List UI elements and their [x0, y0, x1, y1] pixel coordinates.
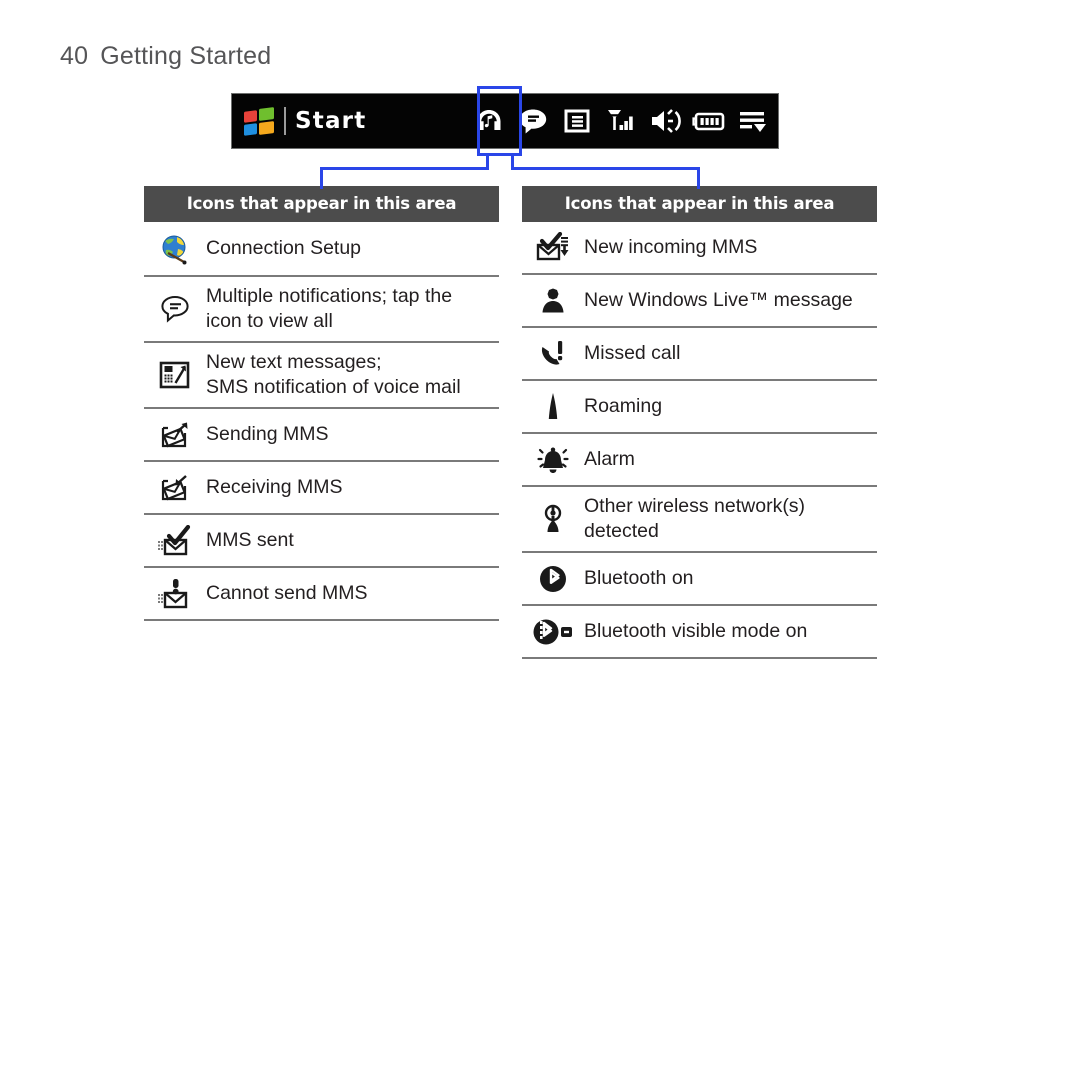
table-right-header: Icons that appear in this area: [522, 186, 877, 222]
notification-bubble-icon: [144, 293, 206, 325]
row-label: Alarm: [584, 447, 635, 470]
table-row: Roaming: [522, 381, 877, 434]
bluetooth-on-icon: [522, 563, 584, 595]
windows-logo-icon: [242, 106, 276, 136]
row-label: Roaming: [584, 394, 663, 417]
row-label: Missed call: [584, 341, 681, 364]
row-label: MMS sent: [206, 528, 294, 551]
speaker-volume-icon[interactable]: [648, 103, 682, 139]
wireless-network-icon: [522, 503, 584, 535]
new-text-message-icon: [144, 359, 206, 391]
icon-table-right: Icons that appear in this area New incom…: [522, 186, 877, 659]
alarm-bell-icon: [522, 444, 584, 476]
battery-icon[interactable]: [692, 103, 726, 139]
receiving-mms-icon: [144, 472, 206, 504]
connector-left-drop: [320, 167, 323, 189]
mms-sent-icon: [144, 524, 206, 557]
connector-right-drop: [697, 167, 700, 189]
table-row: Sending MMS: [144, 409, 499, 462]
table-row: Connection Setup: [144, 222, 499, 277]
row-label: Multiple notifications; tap the icon to …: [206, 284, 453, 332]
page-number: 40: [60, 42, 89, 70]
row-label: Cannot send MMS: [206, 581, 368, 604]
table-row: Receiving MMS: [144, 462, 499, 515]
table-row: Alarm: [522, 434, 877, 487]
highlight-box: [477, 86, 522, 156]
table-row: Bluetooth on: [522, 553, 877, 606]
row-label: Bluetooth on: [584, 566, 694, 589]
roaming-icon: [522, 391, 584, 423]
row-label: Bluetooth visible mode on: [584, 619, 808, 642]
table-row: MMS sent: [144, 515, 499, 568]
taskbar-start-group[interactable]: Start: [232, 106, 366, 136]
table-row: New text messages; SMS notification of v…: [144, 343, 499, 409]
page-header: 40 Getting Started: [60, 42, 271, 71]
message-list-icon[interactable]: [560, 103, 594, 139]
globe-connection-setup-icon: [144, 233, 206, 265]
row-label: Receiving MMS: [206, 475, 343, 498]
bluetooth-visible-icon: [522, 616, 584, 648]
icon-table-left: Icons that appear in this area Connectio…: [144, 186, 499, 621]
table-row: Bluetooth visible mode on: [522, 606, 877, 659]
connector-left-horizontal: [320, 167, 489, 170]
row-label: New Windows Live™ message: [584, 288, 853, 311]
signal-strength-icon[interactable]: [604, 103, 638, 139]
table-row: Multiple notifications; tap the icon to …: [144, 277, 499, 343]
missed-call-icon: [522, 338, 584, 370]
table-row: Other wireless network(s) detected: [522, 487, 877, 553]
row-label: Other wireless network(s) detected: [584, 494, 806, 542]
start-label: Start: [295, 108, 367, 134]
sending-mms-icon: [144, 419, 206, 451]
windows-live-message-icon: [522, 285, 584, 317]
menu-arrow-icon[interactable]: [736, 103, 770, 139]
taskbar-divider: [284, 107, 286, 135]
table-row: Cannot send MMS: [144, 568, 499, 621]
table-left-header: Icons that appear in this area: [144, 186, 499, 222]
row-label: New incoming MMS: [584, 235, 758, 258]
table-row: Missed call: [522, 328, 877, 381]
connector-right-horizontal: [511, 167, 700, 170]
new-incoming-mms-icon: [522, 231, 584, 264]
row-label: New text messages; SMS notification of v…: [206, 350, 461, 398]
table-row: New Windows Live™ message: [522, 275, 877, 328]
row-label: Connection Setup: [206, 236, 362, 259]
page-title: Getting Started: [100, 42, 272, 70]
row-label: Sending MMS: [206, 422, 329, 445]
cannot-send-mms-icon: [144, 578, 206, 610]
table-row: New incoming MMS: [522, 222, 877, 275]
